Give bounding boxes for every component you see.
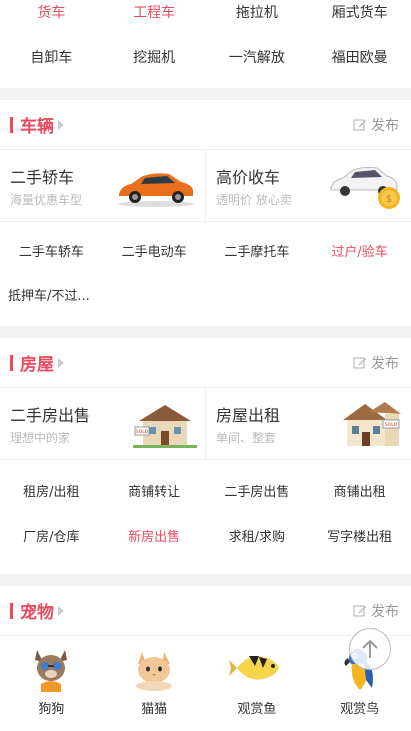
- featured-title: 二手房出售: [10, 405, 91, 425]
- link-excavator[interactable]: 挖掘机: [103, 34, 206, 82]
- featured-used-car[interactable]: 二手轿车 海量优惠车型: [0, 150, 205, 221]
- link-tractor[interactable]: 拖拉机: [206, 2, 309, 24]
- featured-title: 高价收车: [216, 167, 281, 187]
- link-transfer-inspection[interactable]: 过户/验车: [308, 222, 411, 282]
- featured-subtitle: 理想中的家: [10, 430, 71, 445]
- link-used-sedan[interactable]: 二手车轿车: [0, 222, 103, 282]
- featured-house-rent[interactable]: 房屋出租 单间、整套 SOLD: [205, 388, 411, 459]
- featured-title: 二手轿车: [10, 167, 75, 187]
- link-wanted[interactable]: 求租/求购: [206, 520, 309, 564]
- chevron-right-icon: [58, 605, 64, 616]
- dog-image: [35, 650, 68, 692]
- svg-text:SOLD: SOLD: [136, 429, 149, 435]
- housing-section-header[interactable]: 房屋 发布: [0, 338, 411, 388]
- chevron-right-icon: [58, 357, 64, 368]
- pencil-icon: [353, 356, 366, 369]
- publish-label: 发布: [371, 117, 399, 134]
- pets-section-header[interactable]: 宠物 发布: [0, 586, 411, 636]
- back-to-top-button[interactable]: [349, 628, 391, 670]
- pet-label: 狗狗: [38, 702, 65, 717]
- housing-links: 租房/出租 商铺转让 二手房出售 商铺出租 厂房/仓库 新房出售 求租/求购 写…: [0, 460, 411, 564]
- publish-label: 发布: [371, 603, 399, 620]
- link-dump-truck[interactable]: 自卸车: [0, 34, 103, 82]
- link-mortgaged-car[interactable]: 抵押车/不过...: [0, 282, 411, 318]
- link-foton-auman[interactable]: 福田欧曼: [308, 34, 411, 82]
- pencil-icon: [353, 604, 366, 617]
- arrow-up-icon: [362, 639, 378, 658]
- svg-text:SOLD: SOLD: [385, 422, 398, 428]
- pets-publish-button[interactable]: 发布: [353, 601, 399, 621]
- vehicles-links: 二手车轿车 二手电动车 二手摩托车 过户/验车 抵押车/不过...: [0, 222, 411, 318]
- featured-subtitle: 单间、整套: [216, 430, 277, 445]
- pet-label: 猫猫: [141, 702, 168, 717]
- pets-section-title: 宠物: [20, 603, 54, 623]
- section-gap: [0, 88, 411, 100]
- vehicles-section-title: 车辆: [20, 117, 54, 137]
- link-used-motorcycle[interactable]: 二手摩托车: [206, 222, 309, 282]
- top-links-row2: 自卸车 挖掘机 一汽解放 福田欧曼: [0, 34, 411, 82]
- featured-title: 房屋出租: [216, 405, 281, 425]
- housing-links-row1: 租房/出租 商铺转让 二手房出售 商铺出租: [0, 460, 411, 520]
- link-house-sale[interactable]: 二手房出售: [206, 460, 309, 520]
- link-factory-warehouse[interactable]: 厂房/仓库: [0, 520, 103, 564]
- link-office-rent[interactable]: 写字楼出租: [308, 520, 411, 564]
- top-links: 货车 工程车 拖拉机 厢式货车 自卸车 挖掘机 一汽解放 福田欧曼: [0, 0, 411, 82]
- section-gap: [0, 574, 411, 586]
- orange-car-image: [118, 172, 194, 207]
- pet-label: 观赏鸟: [340, 702, 380, 717]
- pet-cat[interactable]: 猫猫: [103, 644, 206, 717]
- housing-links-row2: 厂房/仓库 新房出售 求租/求购 写字楼出租: [0, 520, 411, 564]
- accent-bar: [10, 354, 13, 371]
- link-engineering-vehicle[interactable]: 工程车: [103, 2, 206, 24]
- link-used-ev[interactable]: 二手电动车: [103, 222, 206, 282]
- housing-featured: 二手房出售 理想中的家 SOLD 房屋出租 单间、整套 SOLD: [0, 388, 411, 460]
- housing-section-title: 房屋: [20, 355, 54, 375]
- link-faw-jiefang[interactable]: 一汽解放: [206, 34, 309, 82]
- house-rent-image: SOLD: [343, 401, 401, 446]
- pet-dog[interactable]: 狗狗: [0, 644, 103, 717]
- white-car-coin-image: $: [330, 166, 400, 209]
- featured-subtitle: 海量优惠车型: [10, 192, 83, 207]
- section-gap: [0, 326, 411, 338]
- link-truck[interactable]: 货车: [0, 2, 103, 24]
- vehicles-links-row1: 二手车轿车 二手电动车 二手摩托车 过户/验车: [0, 222, 411, 282]
- publish-label: 发布: [371, 355, 399, 372]
- accent-bar: [10, 602, 13, 619]
- vehicles-featured: 二手轿车 海量优惠车型 高价收车 透明价 放心卖 $: [0, 150, 411, 222]
- cat-image: [136, 652, 173, 691]
- link-box-truck[interactable]: 厢式货车: [308, 2, 411, 24]
- pet-fish[interactable]: 观赏鱼: [206, 644, 309, 717]
- pet-label: 观赏鱼: [237, 702, 277, 717]
- link-shop-transfer[interactable]: 商铺转让: [103, 460, 206, 520]
- chevron-right-icon: [58, 119, 64, 130]
- pencil-icon: [353, 118, 366, 131]
- vehicles-publish-button[interactable]: 发布: [353, 115, 399, 135]
- featured-buy-car[interactable]: 高价收车 透明价 放心卖 $: [205, 150, 411, 221]
- accent-bar: [10, 116, 13, 133]
- vehicles-section-header[interactable]: 车辆 发布: [0, 100, 411, 150]
- featured-subtitle: 透明价 放心卖: [216, 192, 292, 207]
- housing-publish-button[interactable]: 发布: [353, 353, 399, 373]
- top-links-row1: 货车 工程车 拖拉机 厢式货车: [0, 2, 411, 24]
- link-rent[interactable]: 租房/出租: [0, 460, 103, 520]
- fish-image: [228, 656, 279, 680]
- house-sold-image: SOLD: [133, 404, 197, 448]
- svg-text:$: $: [386, 194, 392, 205]
- featured-house-sale[interactable]: 二手房出售 理想中的家 SOLD: [0, 388, 205, 459]
- link-new-house-sale[interactable]: 新房出售: [103, 520, 206, 564]
- link-shop-rent[interactable]: 商铺出租: [308, 460, 411, 520]
